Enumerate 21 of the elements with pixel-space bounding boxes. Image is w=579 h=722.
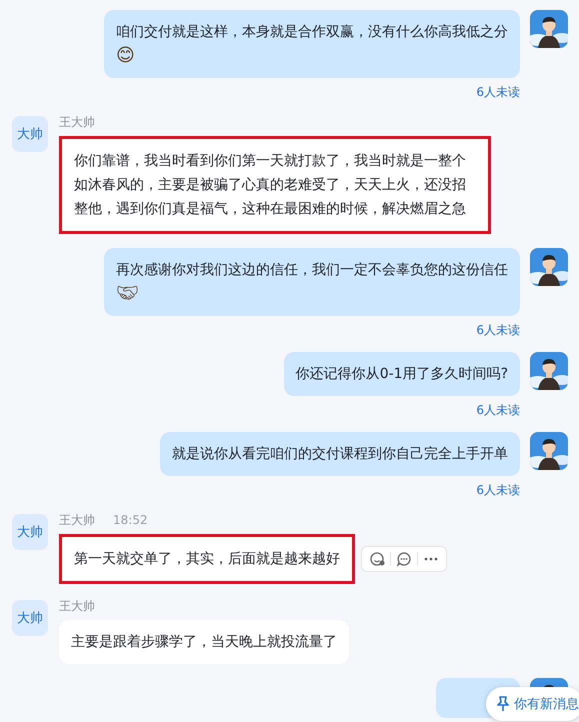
message-time: 18:52 — [113, 512, 148, 528]
emoji: 🤝 — [116, 282, 139, 306]
unread-status[interactable]: 6人未读 — [476, 402, 520, 418]
message-bubble: 主要是跟着步骤学了，当天晚上就投流量了 — [59, 620, 349, 664]
unread-status[interactable]: 6人未读 — [476, 482, 520, 498]
avatar: 大帅 — [12, 514, 48, 550]
message-bubble: 咱们交付就是这样，本身就是合作双赢，没有什么你高我低之分 😊 — [104, 10, 520, 78]
unread-status[interactable]: 6人未读 — [476, 322, 520, 338]
emoji: 😊 — [116, 44, 135, 68]
avatar: 大帅 — [12, 600, 48, 636]
avatar: 大帅 — [12, 116, 48, 152]
unread-status[interactable]: 6人未读 — [476, 84, 520, 100]
message-bubble: 第一天就交单了，其实，后面就是越来越好 — [59, 534, 355, 584]
sender-name: 王大帅 — [59, 598, 95, 614]
message-bubble: 就是说你从看完咱们的交付课程到你自己完全上手开单 — [160, 432, 520, 476]
message-bubble: 你们靠谱，我当时看到你们第一天就打款了，我当时就是一整个如沐春风的，主要是被骗了心真的老难受了，天天上火，还没招整他，遇到你们真是福气，这种在最困难的时候，解决燃眉之急 — [59, 136, 491, 234]
sender-name: 王大帅 — [59, 512, 95, 528]
message-bubble: 你还记得你从0-1用了多久时间吗? — [284, 352, 520, 396]
new-message-button[interactable]: 你有新消息 — [486, 687, 579, 721]
sender-name: 王大帅 — [59, 114, 95, 130]
message-bubble: 再次感谢你对我们这边的信任，我们一定不会辜负您的这份信任 🤝 — [104, 248, 520, 316]
